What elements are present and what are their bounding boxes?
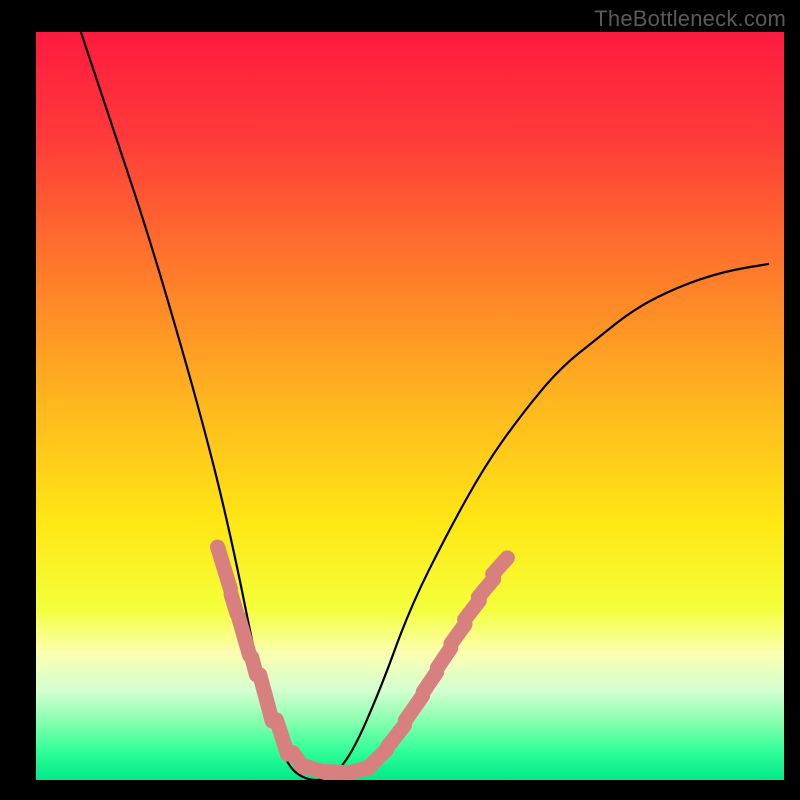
chart-stage: TheBottleneck.com <box>0 0 800 800</box>
watermark-label: TheBottleneck.com <box>594 6 786 32</box>
left-branch-marker <box>238 617 249 655</box>
left-branch-marker <box>276 720 287 754</box>
plot-background <box>36 32 784 780</box>
chart-svg <box>0 0 800 800</box>
